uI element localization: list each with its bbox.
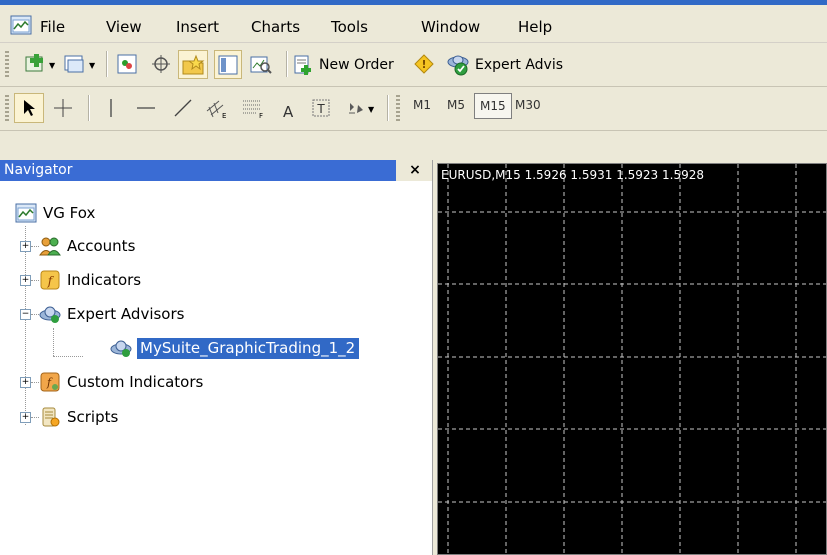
toolbar-grip[interactable] (5, 95, 9, 121)
new-chart-icon[interactable] (22, 51, 48, 77)
toolbar-separator (106, 51, 108, 77)
periods-toolbar-grip[interactable] (396, 95, 400, 121)
accounts-icon (39, 237, 61, 256)
period-m1-button[interactable]: M1 (408, 93, 436, 117)
market-watch-icon[interactable] (114, 51, 140, 77)
tree-root[interactable]: VG Fox (15, 200, 95, 226)
strategy-tester-icon[interactable] (248, 51, 274, 77)
new-order-button[interactable]: New Order (292, 52, 394, 78)
expert-advisors-expander[interactable]: − (20, 309, 31, 320)
fibonacci-icon[interactable]: F (240, 95, 266, 121)
tree-line (53, 328, 54, 356)
profiles-icon[interactable] (61, 51, 87, 77)
expert-advisors-label: Expert Advis (475, 57, 564, 73)
toolbar-grip[interactable] (5, 51, 9, 77)
svg-text:T: T (316, 102, 325, 116)
navigator-close-button[interactable]: × (405, 160, 425, 181)
expert-advisors-folder-icon (39, 306, 61, 323)
tree-line (31, 417, 39, 418)
tree-item-label-selected: MySuite_GraphicTrading_1_2 (137, 337, 360, 359)
menu-view[interactable]: View (106, 18, 142, 36)
tree-item-label: Indicators (67, 271, 142, 289)
menu-help[interactable]: Help (518, 18, 552, 36)
menu-file[interactable]: File (40, 18, 65, 36)
text-tool-button[interactable]: A (283, 103, 293, 121)
expert-advisors-icon (447, 55, 469, 76)
tree-item-label: Expert Advisors (67, 305, 185, 323)
arrows-dropdown-icon[interactable]: ▼ (368, 105, 374, 114)
menu-bar: File View Insert Charts Tools Window Hel… (0, 5, 827, 43)
svg-text:E: E (222, 112, 226, 119)
expert-advisors-button[interactable]: Expert Advis (446, 52, 563, 78)
line-studies-toolbar: E F A T ▼ M1 M5 M15 M30 (0, 87, 827, 131)
tree-item-custom-indicators[interactable]: f Custom Indicators (39, 369, 203, 395)
tree-item-expert-advisors[interactable]: Expert Advisors (39, 301, 184, 327)
tree-item-label: Scripts (67, 408, 119, 426)
equidistant-channel-icon[interactable]: E (204, 95, 230, 121)
tree-root-label: VG Fox (43, 204, 96, 222)
expert-advisors-toggle-icon[interactable]: ! (411, 51, 437, 77)
navigator-panel: Navigator × VG Fox + Accounts + f Indica… (0, 160, 433, 555)
navigator-toggle-icon[interactable] (178, 50, 208, 79)
tree-line (31, 382, 39, 383)
terminal-toggle-icon[interactable] (214, 50, 242, 79)
navigator-title: Navigator (0, 160, 396, 181)
new-chart-dropdown-icon[interactable]: ▼ (49, 61, 55, 70)
indicators-icon: f (40, 270, 60, 290)
navigator-header: Navigator × (0, 160, 432, 181)
scripts-icon (42, 407, 60, 427)
menu-window[interactable]: Window (421, 18, 480, 36)
horizontal-line-icon[interactable] (133, 95, 159, 121)
scripts-expander[interactable]: + (20, 412, 31, 423)
tree-item-scripts[interactable]: Scripts (39, 404, 118, 430)
tree-item-accounts[interactable]: Accounts (39, 233, 135, 259)
toolbar-separator (387, 95, 389, 121)
tree-item-label: Custom Indicators (67, 373, 204, 391)
menu-tools[interactable]: Tools (331, 18, 368, 36)
terminal-root-icon (15, 203, 37, 223)
tree-line (31, 314, 39, 315)
tree-line (31, 246, 39, 247)
chart-window[interactable]: EURUSD,M15 1.5926 1.5931 1.5923 1.5928 (437, 163, 827, 555)
new-order-icon (294, 55, 311, 75)
menu-charts[interactable]: Charts (251, 18, 300, 36)
period-m5-button[interactable]: M5 (442, 93, 470, 117)
crosshair-icon[interactable] (50, 95, 76, 121)
standard-toolbar: ▼ ▼ New Order ! Expert Advis (0, 43, 827, 87)
chart-grid (438, 164, 826, 554)
period-m15-button[interactable]: M15 (474, 93, 512, 119)
tree-line (53, 356, 83, 357)
custom-indicators-expander[interactable]: + (20, 377, 31, 388)
svg-text:!: ! (421, 58, 426, 71)
menu-insert[interactable]: Insert (176, 18, 219, 36)
profiles-dropdown-icon[interactable]: ▼ (89, 61, 95, 70)
svg-text:F: F (259, 112, 263, 119)
indicators-expander[interactable]: + (20, 275, 31, 286)
tree-item-label: Accounts (67, 237, 136, 255)
cursor-icon[interactable] (14, 93, 44, 123)
tree-line (25, 226, 26, 425)
trendline-icon[interactable] (170, 95, 196, 121)
text-label-icon[interactable]: T (308, 95, 334, 121)
expert-advisor-item-icon (110, 340, 132, 357)
toolbar-separator (286, 51, 288, 77)
toolbar-separator (88, 95, 90, 121)
data-window-crosshair-icon[interactable] (148, 51, 174, 77)
tree-item-mysuite-graphictrading[interactable]: MySuite_GraphicTrading_1_2 (110, 335, 360, 361)
app-icon[interactable] (10, 14, 32, 36)
arrows-icon[interactable] (343, 95, 369, 121)
custom-indicators-icon: f (40, 372, 60, 392)
chart-symbol-header: EURUSD,M15 1.5926 1.5931 1.5923 1.5928 (441, 168, 704, 182)
tree-line (31, 280, 39, 281)
tree-item-indicators[interactable]: f Indicators (39, 267, 141, 293)
accounts-expander[interactable]: + (20, 241, 31, 252)
new-order-label: New Order (319, 57, 394, 73)
vertical-line-icon[interactable] (98, 95, 124, 121)
period-m30-button[interactable]: M30 (510, 93, 546, 117)
